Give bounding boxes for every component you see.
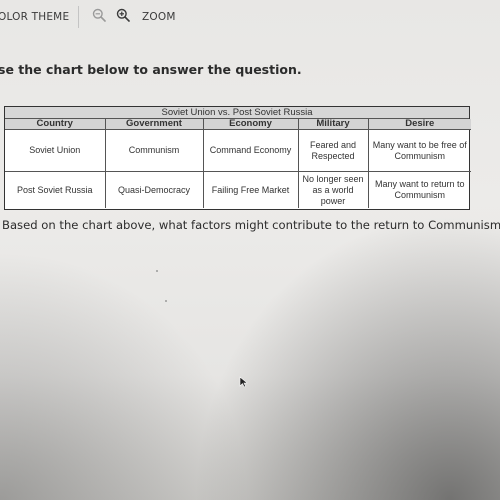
screen-speck (156, 270, 158, 272)
header-economy: Economy (202, 119, 299, 130)
cell-economy: Failing Free Market (202, 171, 299, 208)
cell-economy: Command Economy (202, 129, 299, 172)
cell-government: Quasi-Democracy (104, 171, 204, 208)
color-theme-button[interactable]: OLOR THEME (0, 11, 69, 23)
zoom-out-icon[interactable] (92, 8, 106, 22)
answer-area[interactable] (0, 240, 500, 440)
table-header-row: Country Government Economy Military Desi… (5, 119, 471, 130)
comparison-table: Country Government Economy Military Desi… (5, 119, 471, 208)
toolbar: OLOR THEME ZOOM (0, 0, 500, 34)
screen-speck (165, 300, 167, 302)
header-military: Military (297, 119, 369, 130)
header-government: Government (104, 119, 204, 130)
cell-country: Post Soviet Russia (5, 171, 106, 208)
screen: OLOR THEME ZOOM se the chart below to an… (0, 0, 500, 500)
mouse-pointer-icon (239, 376, 249, 388)
comparison-chart: Soviet Union vs. Post Soviet Russia Coun… (4, 106, 471, 210)
zoom-in-icon[interactable] (116, 8, 130, 22)
table-row: Soviet Union Communism Command Economy F… (5, 129, 471, 172)
table-row: Post Soviet Russia Quasi-Democracy Faili… (5, 171, 471, 208)
cell-military: No longer seen as a world power (297, 171, 369, 208)
cell-desire: Many want to be free of Communism (367, 129, 471, 172)
cell-government: Communism (104, 129, 204, 172)
zoom-label[interactable]: ZOOM (142, 11, 176, 23)
header-country: Country (5, 119, 106, 130)
cell-military: Feared and Respected (297, 129, 369, 172)
toolbar-divider (78, 6, 79, 28)
header-desire: Desire (367, 119, 471, 130)
question-text: Based on the chart above, what factors m… (2, 218, 500, 232)
instruction-text: se the chart below to answer the questio… (0, 62, 302, 77)
cell-desire: Many want to return to Communism (367, 171, 471, 208)
cell-country: Soviet Union (5, 129, 106, 172)
